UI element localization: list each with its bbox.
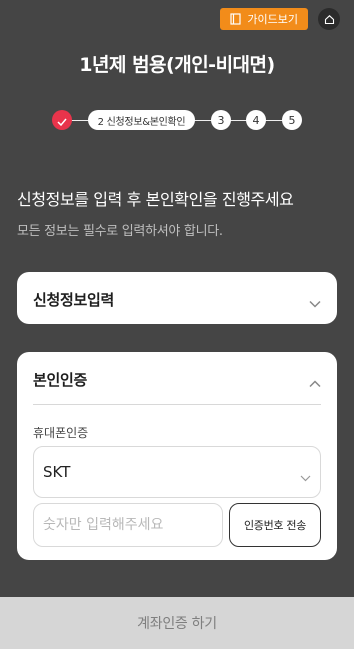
application-info-title: 신청정보입력 <box>33 291 115 309</box>
send-code-button[interactable]: 인증번호 전송 <box>229 503 321 547</box>
top-bar: 가이드보기 <box>220 8 340 30</box>
carrier-select[interactable]: SKT <box>33 446 321 498</box>
chevron-down-icon[interactable] <box>309 293 321 312</box>
identity-verification-title: 본인인증 <box>33 371 88 389</box>
check-icon <box>57 111 67 130</box>
identity-verification-section: 본인인증 휴대폰인증 SKT 인증번호 전송 <box>17 352 337 560</box>
chevron-up-icon[interactable] <box>309 373 321 392</box>
intro-headline: 신청정보를 입력 후 본인확인을 진행주세요 <box>17 190 294 209</box>
section-divider <box>33 404 321 405</box>
progress-steps: 2 신청정보&본인확인 3 4 5 <box>52 110 302 132</box>
phone-number-input[interactable] <box>33 503 223 547</box>
book-icon <box>230 13 241 25</box>
guide-button[interactable]: 가이드보기 <box>220 8 308 30</box>
application-info-section[interactable]: 신청정보입력 <box>17 272 337 324</box>
intro-subline: 모든 정보는 필수로 입력하셔야 합니다. <box>17 224 223 239</box>
step-4: 4 <box>246 110 266 130</box>
carrier-select-value: SKT <box>43 463 71 481</box>
home-icon <box>324 10 335 29</box>
guide-button-label: 가이드보기 <box>247 13 298 26</box>
step-1-done <box>52 110 72 130</box>
step-current: 2 신청정보&본인확인 <box>88 110 195 130</box>
step-5: 5 <box>282 110 302 130</box>
home-button[interactable] <box>318 8 340 30</box>
step-3: 3 <box>211 110 231 130</box>
chevron-down-icon <box>300 468 311 486</box>
account-verify-button[interactable]: 계좌인증 하기 <box>0 597 354 649</box>
phone-verification-label: 휴대폰인증 <box>33 426 89 440</box>
page-title: 1년제 범용(개인-비대면) <box>79 54 275 76</box>
